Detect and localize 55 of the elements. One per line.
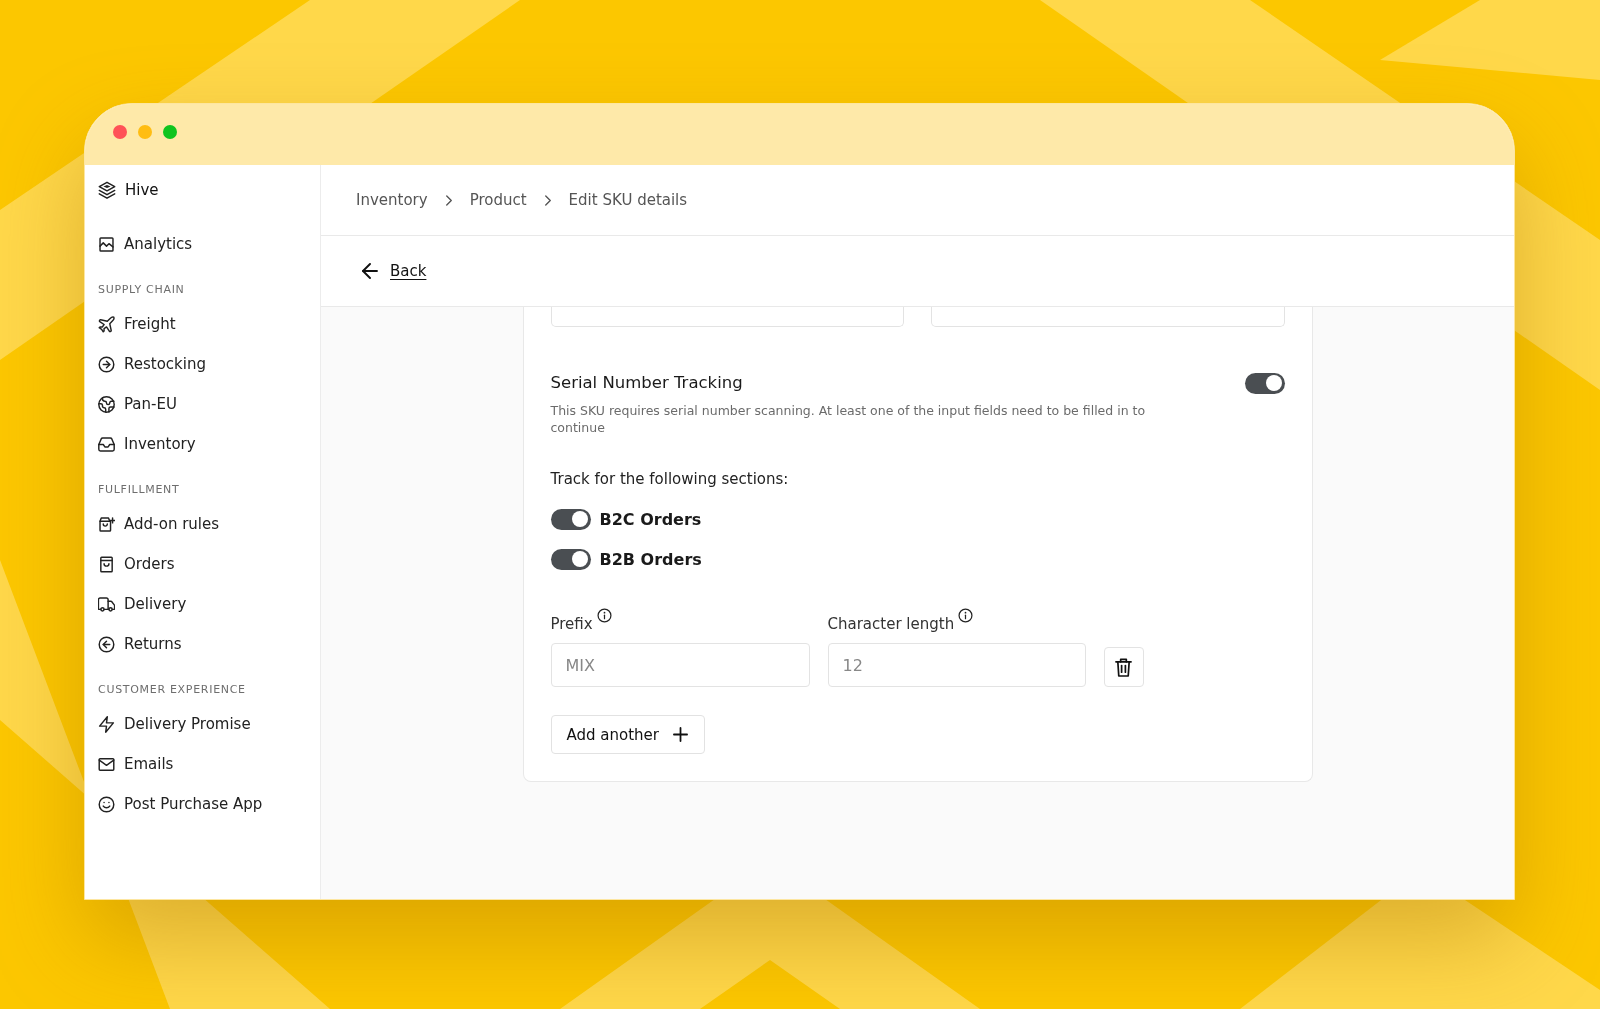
add-another-button[interactable]: Add another: [550, 715, 705, 754]
app-name: Hive: [125, 181, 159, 199]
input-field[interactable]: [550, 307, 904, 327]
sidebar-item[interactable]: Freight: [98, 304, 320, 344]
toggle-switch[interactable]: [550, 508, 591, 530]
toggle-switch[interactable]: [1244, 372, 1285, 394]
toggle-label: B2C Orders: [599, 509, 702, 529]
info-icon[interactable]: [958, 608, 974, 623]
bag-icon: [98, 555, 115, 573]
sidebar-item[interactable]: Orders: [98, 544, 320, 584]
breadcrumb-current: Edit SKU details: [568, 191, 688, 209]
layers-icon: [98, 181, 116, 199]
info-icon[interactable]: [596, 608, 612, 623]
sidebar-item[interactable]: Analytics: [98, 224, 320, 264]
mail-icon: [98, 755, 115, 773]
sidebar-section-heading: FULFILLMENT: [98, 482, 181, 498]
smiley-icon: [98, 795, 115, 813]
input-field[interactable]: [931, 307, 1285, 327]
sidebar-item[interactable]: Pan-EU: [98, 384, 320, 424]
truck-icon: [98, 595, 115, 613]
globe-icon: [98, 395, 115, 413]
sidebar-section-heading: SUPPLY CHAIN: [98, 282, 186, 298]
chevron-right-icon: [445, 194, 452, 206]
section-title: Serial Number Tracking: [550, 372, 743, 394]
sidebar-item[interactable]: Add-on rules: [98, 504, 320, 544]
sidebar-item[interactable]: Emails: [98, 744, 320, 784]
chevron-right-icon: [544, 194, 551, 206]
delete-button[interactable]: [1103, 647, 1144, 687]
chart-icon: [98, 235, 115, 253]
field-label: Prefix: [550, 614, 593, 634]
toggle-label: B2B Orders: [599, 549, 702, 569]
sidebar-section-heading: CUSTOMER EXPERIENCE: [98, 682, 247, 698]
window-close-button[interactable]: [113, 125, 127, 139]
plus-icon: [672, 727, 688, 742]
lightning-icon: [98, 715, 115, 733]
back-link[interactable]: Back: [362, 262, 427, 280]
inbox-icon: [98, 435, 115, 453]
toggle-switch[interactable]: [550, 548, 591, 570]
field-label: Character length: [827, 614, 955, 634]
arrow-left-icon: [362, 263, 378, 279]
breadcrumb-link[interactable]: Product: [469, 191, 527, 209]
sidebar-item[interactable]: Inventory: [98, 424, 320, 464]
box-plus-icon: [98, 515, 115, 533]
plane-icon: [98, 315, 115, 333]
input-field[interactable]: 12: [827, 643, 1086, 687]
sidebar-item[interactable]: Delivery: [98, 584, 320, 624]
section-description: This SKU requires serial number scanning. At least one of the input fields need to be filled in to continue: [550, 402, 1147, 436]
sidebar-item[interactable]: Restocking: [98, 344, 320, 384]
breadcrumb-link[interactable]: Inventory: [356, 191, 428, 209]
trash-icon: [1115, 657, 1132, 677]
sidebar-item[interactable]: Delivery Promise: [98, 704, 320, 744]
subsection-heading: Track for the following sections:: [550, 469, 790, 489]
sidebar-item[interactable]: Returns: [98, 624, 320, 664]
sidebar-item[interactable]: Post Purchase App: [98, 784, 320, 824]
input-field[interactable]: MIX: [550, 643, 810, 687]
